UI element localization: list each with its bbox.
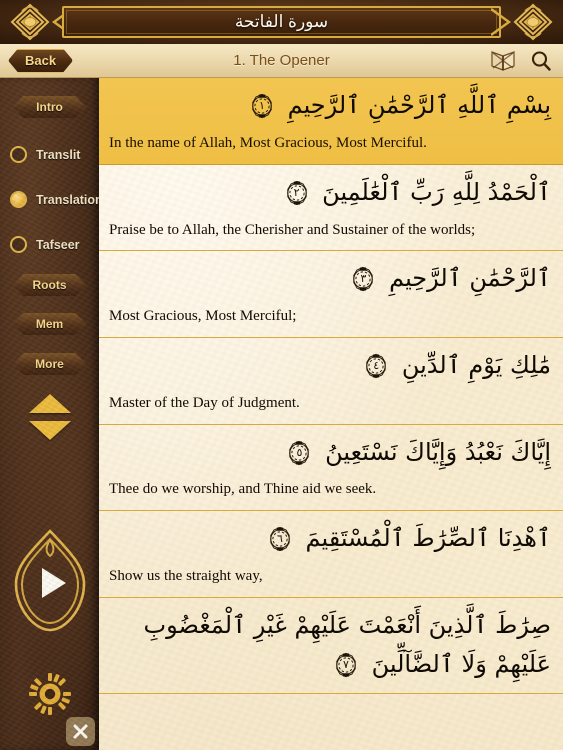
- ayah-number-ornament: ١: [247, 91, 277, 121]
- surah-name-label: 1. The Opener: [233, 52, 330, 69]
- verse-translation-text: Thee do we worship, and Thine aid we see…: [109, 481, 377, 498]
- sidebar-item-translit-label: Translit: [36, 147, 81, 162]
- play-icon[interactable]: [12, 526, 88, 636]
- verse-arabic: مَٰلِكِ يَوْمِ ٱلدِّينِ: [401, 350, 551, 379]
- search-icon[interactable]: [527, 47, 555, 75]
- verse-arabic-text: ٱلرَّحْمَٰنِ ٱلرَّحِيمِ ٣: [107, 257, 555, 298]
- sidebar-item-roots[interactable]: Roots: [13, 274, 87, 296]
- verse-arabic-text: مَٰلِكِ يَوْمِ ٱلدِّينِ ٤: [107, 344, 555, 385]
- quran-reader-app: سورة الفاتحة Back 1. The Opener Intro Tr…: [0, 0, 563, 750]
- radio-translit-icon[interactable]: [10, 146, 27, 163]
- sidebar-item-translation-label: Translation: [36, 192, 99, 207]
- verse-row[interactable]: ٱهْدِنَا ٱلصِّرَٰطَ ٱلْمُسْتَقِيمَ ٦ Sho…: [99, 511, 563, 598]
- open-book-icon[interactable]: [489, 47, 517, 75]
- sidebar-item-translit[interactable]: Translit: [0, 146, 99, 163]
- sidebar-item-mem[interactable]: Mem: [13, 313, 87, 335]
- close-icon[interactable]: [72, 723, 89, 740]
- verse-translation-text: Master of the Day of Judgment.: [109, 394, 300, 411]
- verse-translation-text: Most Gracious, Most Merciful;: [109, 308, 297, 325]
- verse-row[interactable]: بِسْمِ ٱللَّهِ ٱلرَّحْمَٰنِ ٱلرَّحِيمِ ١…: [99, 78, 563, 165]
- back-button[interactable]: Back: [8, 49, 73, 73]
- verse-arabic-text: ٱلْحَمْدُ لِلَّهِ رَبِّ ٱلْعَٰلَمِينَ ٢: [107, 171, 555, 212]
- verse-translation-text: Praise be to Allah, the Cherisher and Su…: [109, 221, 476, 238]
- verse-arabic: إِيَّاكَ نَعْبُدُ وَإِيَّاكَ نَسْتَعِينُ: [325, 437, 551, 466]
- verse-arabic-text: صِرَٰطَ ٱلَّذِينَ أَنْعَمْتَ عَلَيْهِمْ …: [107, 604, 555, 684]
- verse-row[interactable]: مَٰلِكِ يَوْمِ ٱلدِّينِ ٤ Master of the …: [99, 338, 563, 425]
- ayah-number-ornament: ٣: [348, 264, 378, 294]
- close-button[interactable]: [66, 717, 95, 746]
- settings-button[interactable]: [0, 673, 99, 715]
- scroll-down-icon[interactable]: [28, 421, 71, 440]
- verse-arabic: بِسْمِ ٱللَّهِ ٱلرَّحْمَٰنِ ٱلرَّحِيمِ: [287, 91, 551, 119]
- verse-translation-text: In the name of Allah, Most Gracious, Mos…: [109, 134, 427, 151]
- verse-arabic: ٱلْحَمْدُ لِلَّهِ رَبِّ ٱلْعَٰلَمِينَ: [322, 177, 551, 206]
- page-title: سورة الفاتحة: [234, 12, 329, 31]
- verse-arabic-text: بِسْمِ ٱللَّهِ ٱلرَّحْمَٰنِ ٱلرَّحِيمِ ١: [107, 84, 555, 125]
- verse-row[interactable]: ٱلْحَمْدُ لِلَّهِ رَبِّ ٱلْعَٰلَمِينَ ٢ …: [99, 165, 563, 252]
- verse-row[interactable]: صِرَٰطَ ٱلَّذِينَ أَنْعَمْتَ عَلَيْهِمْ …: [99, 598, 563, 694]
- verse-arabic-text: إِيَّاكَ نَعْبُدُ وَإِيَّاكَ نَسْتَعِينُ…: [107, 431, 555, 472]
- ayah-number-ornament: ٥: [284, 438, 314, 468]
- ayah-number-ornament: ٦: [265, 524, 295, 554]
- scroll-up-icon[interactable]: [28, 394, 71, 413]
- ayah-number-ornament: ٢: [282, 178, 312, 208]
- sidebar-item-translation[interactable]: Translation: [0, 191, 99, 208]
- sidebar-item-more[interactable]: More: [13, 353, 87, 375]
- ayah-number-ornament: ٧: [331, 650, 361, 680]
- verse-arabic-text: ٱهْدِنَا ٱلصِّرَٰطَ ٱلْمُسْتَقِيمَ ٦: [107, 517, 555, 558]
- sidebar-item-tafseer[interactable]: Tafseer: [0, 236, 99, 253]
- play-button[interactable]: [0, 526, 99, 636]
- toolbar-icons: [489, 44, 555, 78]
- gear-icon[interactable]: [28, 673, 71, 715]
- ayah-number-ornament: ٤: [361, 351, 391, 381]
- verse-row[interactable]: ٱلرَّحْمَٰنِ ٱلرَّحِيمِ ٣ Most Gracious,…: [99, 251, 563, 338]
- verse-translation-text: Show us the straight way,: [109, 568, 263, 584]
- verse-arabic: ٱهْدِنَا ٱلصِّرَٰطَ ٱلْمُسْتَقِيمَ: [305, 524, 551, 553]
- verse-arabic: ٱلرَّحْمَٰنِ ٱلرَّحِيمِ: [389, 264, 551, 293]
- sidebar-item-intro[interactable]: Intro: [13, 96, 87, 118]
- title-bar: سورة الفاتحة: [0, 0, 563, 44]
- verse-list[interactable]: بِسْمِ ٱللَّهِ ٱلرَّحْمَٰنِ ٱلرَّحِيمِ ١…: [99, 78, 563, 750]
- sidebar-item-tafseer-label: Tafseer: [36, 237, 80, 252]
- radio-translation-icon[interactable]: [10, 191, 27, 208]
- radio-tafseer-icon[interactable]: [10, 236, 27, 253]
- title-plate: سورة الفاتحة: [62, 6, 501, 38]
- sidebar: Intro Translit Translation Tafseer Roots: [0, 78, 99, 750]
- rosette-icon-right: [513, 3, 553, 41]
- verse-row[interactable]: إِيَّاكَ نَعْبُدُ وَإِيَّاكَ نَسْتَعِينُ…: [99, 425, 563, 512]
- sub-toolbar: Back 1. The Opener: [0, 44, 563, 78]
